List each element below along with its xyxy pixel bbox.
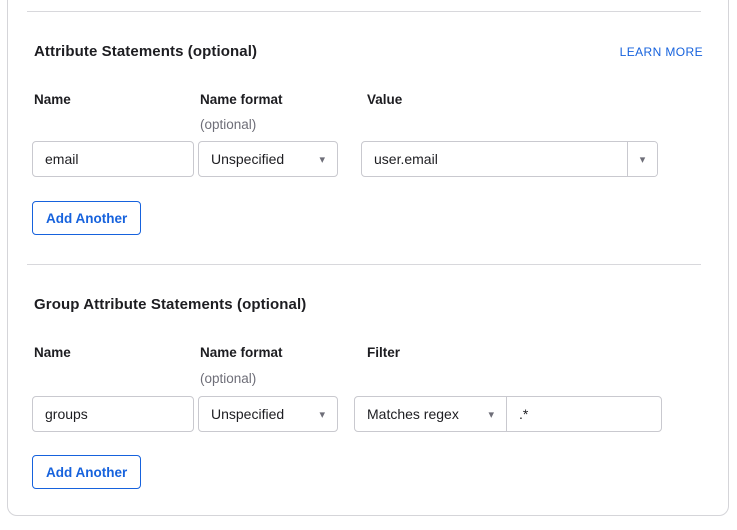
attribute-name-input[interactable] [32,141,194,177]
chevron-down-icon: ▾ [488,409,494,420]
add-another-attribute-button[interactable]: Add Another [32,201,141,235]
chevron-down-icon: ▾ [319,409,325,420]
name-format-column-label: Name format [200,345,283,360]
name-format-column-label: Name format [200,92,283,107]
group-name-format-select[interactable]: Unspecified ▾ [198,396,338,432]
group-filter-type-selected: Matches regex [367,406,459,422]
group-attribute-statements-title: Group Attribute Statements (optional) [34,296,306,313]
chevron-down-icon: ▾ [319,154,325,165]
learn-more-link[interactable]: LEARN MORE [620,45,703,59]
chevron-down-icon: ▾ [640,154,646,165]
group-filter-type-select[interactable]: Matches regex ▾ [355,397,507,431]
section-divider [27,11,701,12]
attribute-name-format-selected: Unspecified [211,151,284,167]
attribute-value-combo: ▾ [361,141,658,177]
filter-column-label: Filter [367,345,400,360]
name-format-optional-note: (optional) [200,117,256,132]
attribute-value-dropdown-button[interactable]: ▾ [627,142,657,176]
group-filter-combo: Matches regex ▾ [354,396,662,432]
name-column-label: Name [34,345,71,360]
saml-settings-card: Attribute Statements (optional) LEARN MO… [7,0,729,516]
attribute-statements-title: Attribute Statements (optional) [34,43,257,60]
group-attribute-name-input[interactable] [32,396,194,432]
section-divider [27,264,701,265]
attribute-name-format-select[interactable]: Unspecified ▾ [198,141,338,177]
group-name-format-selected: Unspecified [211,406,284,422]
name-column-label: Name [34,92,71,107]
attribute-value-input[interactable] [362,142,627,176]
name-format-optional-note: (optional) [200,371,256,386]
value-column-label: Value [367,92,402,107]
group-filter-value-input[interactable] [507,397,661,431]
add-another-group-attribute-button[interactable]: Add Another [32,455,141,489]
